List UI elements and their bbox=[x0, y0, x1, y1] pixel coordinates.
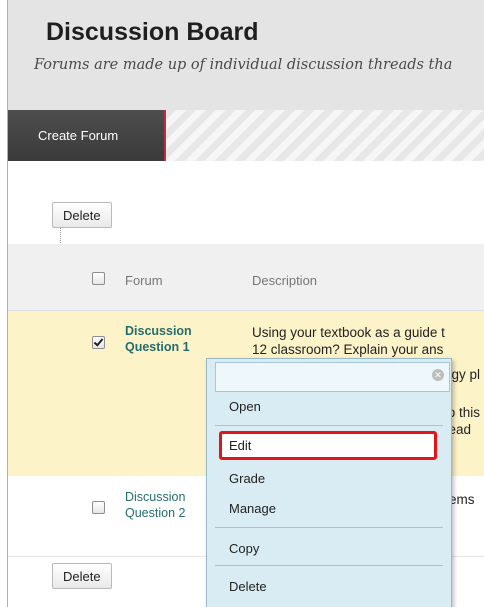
row-checkbox[interactable] bbox=[92, 501, 105, 514]
forum-link-line2[interactable]: Question 1 bbox=[125, 340, 190, 355]
menu-item-grade[interactable]: Grade bbox=[229, 471, 265, 486]
page-title: Discussion Board bbox=[46, 18, 259, 46]
menu-separator bbox=[215, 565, 443, 566]
create-forum-button[interactable]: Create Forum bbox=[8, 110, 166, 161]
menu-item-delete[interactable]: Delete bbox=[229, 579, 267, 594]
menu-item-copy[interactable]: Copy bbox=[229, 541, 259, 556]
page-subtitle: Forums are made up of individual discuss… bbox=[34, 57, 453, 73]
menu-separator bbox=[215, 527, 443, 528]
content-frame: Discussion Board Forums are made up of i… bbox=[7, 0, 484, 607]
menu-header: ✕ bbox=[215, 362, 450, 392]
column-header-description: Description bbox=[252, 273, 318, 288]
highlight-box bbox=[219, 431, 437, 460]
menu-item-manage[interactable]: Manage bbox=[229, 501, 276, 516]
forum-link-line1[interactable]: Discussion bbox=[125, 324, 192, 339]
context-menu: ✕ Open Edit Grade Manage Copy Delete bbox=[206, 358, 452, 607]
menu-item-edit[interactable]: Edit bbox=[229, 438, 251, 453]
action-bar: Create Forum bbox=[8, 110, 484, 161]
delete-button-top[interactable]: Delete bbox=[52, 202, 112, 228]
description-line: 12 classroom? Explain your ans bbox=[252, 342, 444, 357]
description-line: Using your textbook as a guide t bbox=[252, 325, 445, 340]
forum-link-line2[interactable]: Question 2 bbox=[125, 506, 185, 521]
forum-link-line1[interactable]: Discussion bbox=[125, 490, 185, 505]
menu-separator bbox=[215, 425, 443, 426]
divider bbox=[60, 228, 62, 243]
close-icon[interactable]: ✕ bbox=[432, 369, 444, 381]
delete-button-bottom[interactable]: Delete bbox=[52, 563, 112, 589]
page-header: Discussion Board Forums are made up of i… bbox=[8, 0, 484, 111]
table-header bbox=[8, 244, 484, 311]
row-checkbox[interactable] bbox=[92, 336, 105, 349]
menu-item-open[interactable]: Open bbox=[229, 399, 261, 414]
select-all-checkbox[interactable] bbox=[92, 272, 105, 285]
column-header-forum: Forum bbox=[125, 273, 163, 288]
